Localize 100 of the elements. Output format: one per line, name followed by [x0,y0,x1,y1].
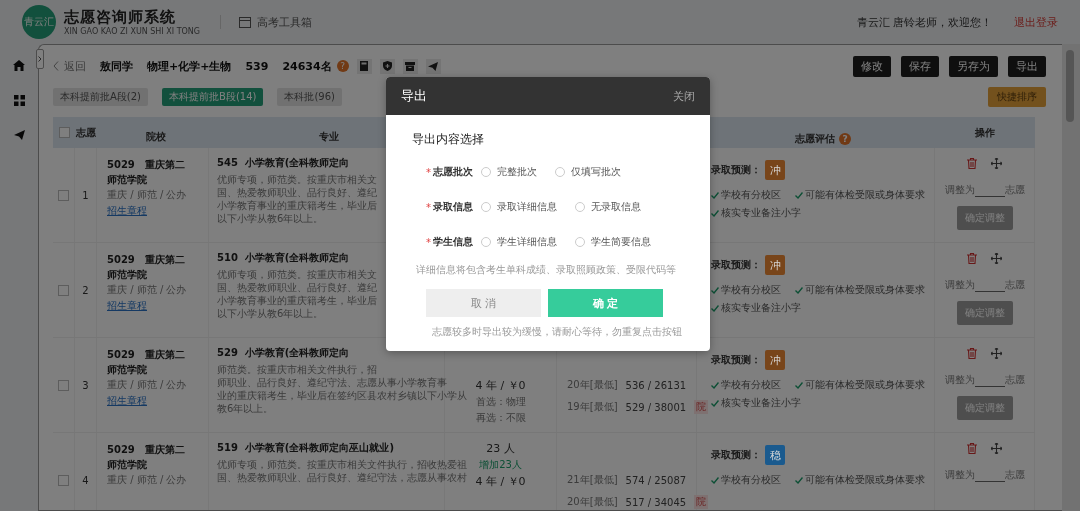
column-header: 院校 [146,130,166,144]
history-tag: 院 [694,495,709,509]
toolbar-button[interactable] [402,58,418,74]
admission-rules-link[interactable]: 招生章程 [107,204,147,218]
school-name: 5029 重庆第二师范学院 [107,253,186,282]
evaluation-note: 可能有体检受限或身体要求 [805,283,925,297]
delete-icon[interactable] [967,443,977,454]
dialog-title: 导出 [401,87,427,105]
prediction-badge: 冲 [765,350,785,370]
chevron-icon [38,56,42,62]
subject-combination: 物理+化学+生物 [147,58,232,74]
row-checkbox[interactable] [58,284,69,296]
option-label[interactable]: 完整批次 [497,165,537,179]
toolbar-button[interactable] [425,58,441,74]
check-icon [711,399,719,407]
field-label: 录取信息 [433,200,473,214]
logout-link[interactable]: 退出登录 [1014,14,1058,30]
batch-tab[interactable]: 本科批(96) [277,88,342,106]
history-tag: 院 [694,400,709,414]
admission-rules-link[interactable]: 招生章程 [107,394,147,408]
school-name: 5029 重庆第二师范学院 [107,443,186,472]
major-title: 529 小学教育(全科教师定向 [217,346,350,360]
adjust-label: 调整为 [944,373,975,387]
option-label[interactable]: 学生简要信息 [591,235,651,249]
evaluation-note: 学校有分校区 [721,188,781,202]
check-icon [711,286,719,294]
check-icon [795,476,803,484]
scrollbar-thumb[interactable] [1066,50,1074,122]
toolbox-link[interactable]: 高考工具箱 [257,14,312,30]
history-score: 574 / 25087 [625,474,687,486]
delete-icon[interactable] [967,348,977,359]
confirm-button[interactable]: 确 定 [548,289,663,317]
choice-number: 3 [82,379,89,391]
back-link[interactable]: 返回 [64,58,86,74]
move-icon[interactable] [991,348,1002,359]
major-title: 510 小学教育(全科教师定向 [217,251,350,265]
select-all-checkbox[interactable] [58,127,70,138]
option-label[interactable]: 录取详细信息 [497,200,557,214]
admission-rules-link[interactable]: 招生章程 [107,299,147,313]
prediction-label: 录取预测： [711,163,761,177]
option-label[interactable]: 仅填写批次 [571,165,621,179]
calendar-icon [239,16,251,28]
close-link[interactable]: 关闭 [673,88,695,104]
logo: 青云汇 [22,5,56,39]
grid-icon[interactable] [13,95,25,106]
required-mark: * [426,236,431,248]
help-icon[interactable]: ? [839,132,851,145]
send-icon[interactable] [13,130,25,140]
app-subtitle: XIN GAO KAO ZI XUN SHI XI TONG [64,27,200,36]
evaluation-note: 核实专业备注小字 [721,301,801,315]
toolbar-button[interactable] [356,58,372,74]
hint-text: 详细信息将包含考生单科成绩、录取照顾政策、受限代码等 [416,263,677,277]
history-year: 21年[最低] [567,473,618,487]
option-label[interactable]: 学生详细信息 [497,235,557,249]
column-header: 志愿 [76,125,96,140]
move-icon[interactable] [991,158,1002,169]
column-header: 操作 [975,125,995,140]
delete-icon[interactable] [967,158,977,169]
batch-tab[interactable]: 本科提前批B段(14) [162,88,264,106]
action-button[interactable]: 修改 [853,55,891,77]
history-score: 529 / 38001 [625,401,687,413]
row-checkbox[interactable] [58,189,69,201]
action-button[interactable]: 另存为 [949,55,998,77]
welcome-text: 青云汇 唐铃老师，欢迎您！ [856,14,992,30]
check-icon [711,304,719,312]
row-checkbox[interactable] [58,474,69,486]
evaluation-note: 学校有分校区 [721,473,781,487]
move-icon[interactable] [991,443,1002,454]
batch-tab[interactable]: 本科提前批A段(2) [53,88,148,106]
check-icon [795,191,803,199]
prediction-label: 录取预测： [711,258,761,272]
send-icon [428,61,439,71]
option-label[interactable]: 无录取信息 [591,200,641,214]
evaluation-note: 可能有体检受限或身体要求 [805,473,925,487]
history-year: 20年[最低] [567,378,618,392]
action-button[interactable]: 导出 [1008,55,1046,77]
check-icon [795,381,803,389]
check-icon [711,191,719,199]
evaluation-note: 可能有体检受限或身体要求 [805,188,925,202]
chevron-icon[interactable] [53,61,59,71]
plan-info: 增加23人 [479,458,522,472]
calculator-icon [360,61,369,71]
major-title: 545 小学教育(全科教师定向 [217,156,350,170]
cancel-button[interactable]: 取 消 [426,289,541,317]
prediction-label: 录取预测： [711,448,761,462]
delete-icon[interactable] [967,253,977,264]
adjust-label: 调整为 [944,468,975,482]
home-icon[interactable] [13,60,25,71]
plan-info: 4 年 / ￥0 [475,474,526,489]
footer-note: 志愿较多时导出较为缓慢，请耐心等待，勿重复点击按钮 [432,325,683,339]
toolbar-button[interactable] [379,58,395,74]
check-icon [795,286,803,294]
move-icon[interactable] [991,253,1002,264]
help-icon[interactable]: ? [336,60,349,72]
action-button[interactable]: 保存 [901,55,939,77]
check-icon [711,209,719,217]
check-icon [711,381,719,389]
field-label: 学生信息 [433,235,473,249]
choice-number: 1 [82,189,89,201]
row-checkbox[interactable] [58,379,69,391]
